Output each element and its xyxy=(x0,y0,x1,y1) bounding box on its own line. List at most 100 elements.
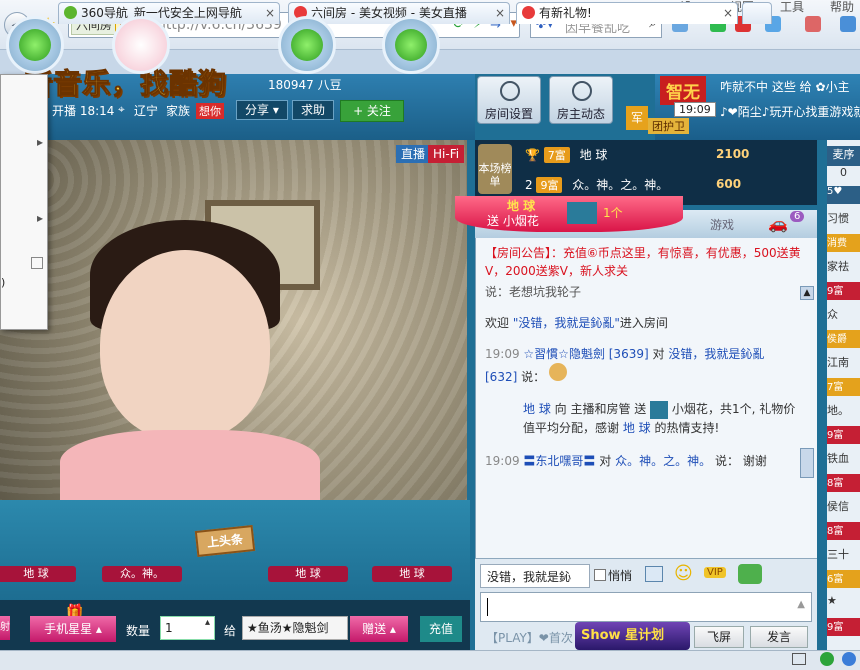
rank-row[interactable]: 🏆 7富 地 球 xyxy=(525,146,607,168)
status-bar xyxy=(0,650,860,670)
share-button[interactable]: 分享 ▾ xyxy=(236,100,288,120)
mic-queue-item[interactable]: 三十 xyxy=(827,546,860,564)
location: 辽宁 xyxy=(134,104,159,118)
rank-coins: 2100 xyxy=(716,147,750,161)
6cn-icon xyxy=(522,6,535,19)
room-announcement: 【房间公告】：充值⑥币点这里，有惊喜，有优惠，500送黄V，2000送紫V，新人… xyxy=(485,246,801,278)
menu-item-tools[interactable]: 工具 xyxy=(780,0,804,15)
mic-queue-item[interactable]: 6富 xyxy=(827,570,860,588)
submenu-arrow-icon: ▸ xyxy=(36,135,43,149)
mic-queue-item[interactable]: 侯爵 xyxy=(827,330,860,348)
scroll-up-button[interactable]: ▲ xyxy=(800,286,814,300)
mic-queue-item[interactable]: 家祛 xyxy=(827,258,860,276)
menu-item-help[interactable]: 帮助 xyxy=(830,0,854,15)
follow-button[interactable]: + 关注 xyxy=(340,100,404,122)
security-check-icon[interactable] xyxy=(820,652,834,666)
family-badge[interactable]: 想你 xyxy=(196,103,224,119)
close-tab-icon[interactable]: × xyxy=(495,3,505,23)
quantity-dropdown-icon[interactable]: ▴ xyxy=(205,617,210,628)
mic-queue-item[interactable]: 5♥ xyxy=(827,186,860,204)
context-menu[interactable]: ▸ ▸ ) xyxy=(0,74,48,330)
send-message-button[interactable]: 发言 xyxy=(750,626,808,648)
emoji-icon[interactable]: ☺ xyxy=(674,563,693,584)
private-checkbox[interactable] xyxy=(594,569,606,581)
host-name-tag: 智无 xyxy=(660,76,706,105)
guard-icon[interactable] xyxy=(738,564,762,584)
tab-games[interactable]: 游戏 xyxy=(710,216,734,233)
gear-icon xyxy=(500,81,520,101)
mic-queue-count: 0 xyxy=(840,166,847,179)
firework-gift-icon xyxy=(567,202,597,224)
mail-icon[interactable] xyxy=(792,653,806,665)
fan-name: 地 球 xyxy=(0,566,76,582)
fans-count: 180947 八豆 xyxy=(268,78,342,92)
mic-queue-item[interactable]: 8富 xyxy=(827,522,860,540)
tab-360-nav[interactable]: 360导航_新一代安全上网导航 × xyxy=(58,2,280,24)
scrollbar[interactable] xyxy=(800,448,814,478)
welcome-message: 欢迎 "没错，我就是鈊亂"进入房间 xyxy=(485,316,668,330)
tab-new-gift[interactable]: 有新礼物! × xyxy=(516,2,738,24)
mic-queue-item[interactable]: 铁血 xyxy=(827,450,860,468)
mic-queue-item[interactable]: 江南 xyxy=(827,354,860,372)
fan-avatar[interactable] xyxy=(382,16,440,74)
chat-target-select[interactable]: 没错，我就是鈊 xyxy=(480,564,590,588)
rank-level: 9富 xyxy=(536,177,563,193)
new-tab-button[interactable] xyxy=(742,2,772,24)
download-icon[interactable] xyxy=(842,652,856,666)
mic-queue-item[interactable]: 7富 xyxy=(827,378,860,396)
menu-item-fragment[interactable]: ) xyxy=(1,276,5,289)
fan-avatar[interactable] xyxy=(278,16,336,74)
fly-screen-button[interactable]: 飞屏 xyxy=(694,626,744,648)
host-updates-button[interactable]: 房主动态 xyxy=(549,76,613,124)
qty-label: 数量 xyxy=(126,624,151,638)
gift-left-badge[interactable]: 射 xyxy=(0,616,10,640)
chat-message: 19:09 〓东北嘿哥〓 对 众。神。之。神。 说： 谢谢 xyxy=(485,454,767,468)
star-plan-banner[interactable]: Show 星计划 xyxy=(575,622,690,650)
close-tab-icon[interactable]: × xyxy=(265,3,275,23)
room-settings-button[interactable]: 房间设置 xyxy=(477,76,541,124)
rank-name: 众。神。之。神。 xyxy=(572,178,669,192)
fan-avatar[interactable] xyxy=(112,16,170,74)
ad-block-icon[interactable] xyxy=(805,16,821,32)
marquee-line-1: 咋就不中 这些 给 ✿小主 xyxy=(720,80,850,94)
mic-queue-item[interactable]: 8富 xyxy=(827,474,860,492)
alien-icon xyxy=(291,29,323,61)
gift-notification[interactable]: 地 球 送 小烟花 1个 xyxy=(455,196,683,232)
mic-queue-item[interactable]: 9富 xyxy=(827,282,860,300)
start-time: 开播 18:14 xyxy=(52,104,115,118)
rank-board-button[interactable]: 本场榜单 xyxy=(478,144,512,194)
recharge-button[interactable]: 充值 xyxy=(420,616,462,642)
mic-queue-item[interactable]: 消费 xyxy=(827,234,860,252)
chat-input[interactable]: ▲ xyxy=(480,592,812,622)
mic-queue-item[interactable]: 9富 xyxy=(827,426,860,444)
close-tab-icon[interactable]: × xyxy=(723,3,733,23)
mic-queue-header[interactable]: 麦序 xyxy=(827,146,860,166)
guard-button[interactable]: 团护卫 xyxy=(648,118,689,134)
car-icon[interactable]: 🚗 xyxy=(768,214,788,233)
gift-recipient-input[interactable]: ★鱼汤★隐魁剑 xyxy=(242,616,348,640)
send-gift-button[interactable]: 赠送 ▴ xyxy=(350,616,408,642)
mic-queue-item[interactable]: 侯信 xyxy=(827,498,860,516)
trophy-icon: 🏆 xyxy=(525,148,540,162)
hifi-badge[interactable]: Hi-Fi xyxy=(428,145,465,163)
mic-queue-item[interactable]: 9富 xyxy=(827,618,860,636)
image-icon[interactable] xyxy=(645,566,663,582)
video-player[interactable] xyxy=(0,140,467,500)
avatar-icon xyxy=(548,363,567,381)
360-icon xyxy=(64,6,77,19)
mic-queue-item[interactable]: 众 xyxy=(827,306,860,324)
guard-badge: 军 xyxy=(626,106,648,130)
mic-queue-item[interactable]: ★ xyxy=(827,594,860,612)
fan-avatar[interactable] xyxy=(6,16,64,74)
mic-queue-item[interactable]: 地。 xyxy=(827,402,860,420)
gift-select-button[interactable]: 手机星星 ▴ xyxy=(30,616,116,642)
rank-name: 地 球 xyxy=(579,148,608,162)
gift-message: 地 球 向 主播和房管 送 小烟花，共1个, 礼物价值平均分配，感谢 地 球 的… xyxy=(523,400,796,435)
help-button[interactable]: 求助 xyxy=(292,100,335,120)
alien-icon xyxy=(19,29,51,61)
mic-queue-item[interactable]: 习惯 xyxy=(827,210,860,228)
extensions-icon[interactable] xyxy=(840,16,856,32)
rank-row[interactable]: 2 9富 众。神。之。神。 xyxy=(525,176,668,198)
fan-name: 地 球 xyxy=(372,566,452,582)
vip-icon[interactable]: VIP xyxy=(704,567,726,578)
